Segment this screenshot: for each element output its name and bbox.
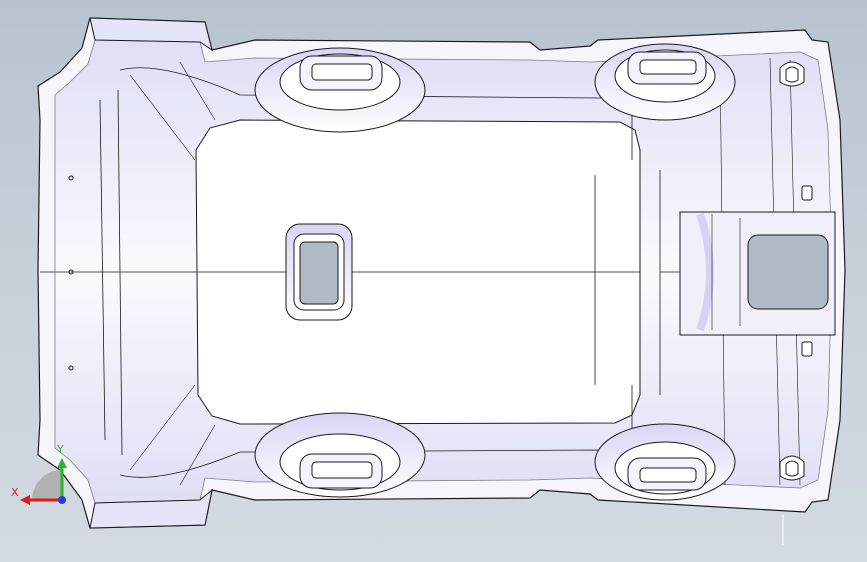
dome-light-opening [285, 223, 353, 321]
headliner-model[interactable] [0, 0, 867, 562]
handle-well-rear-right [594, 423, 736, 501]
x-axis-label: X [11, 486, 19, 499]
graphics-viewport[interactable]: Y X [0, 0, 867, 562]
hook-pocket-top [779, 61, 805, 87]
rear-console [679, 211, 836, 336]
hook-pocket-bottom [779, 455, 805, 481]
handle-well-rear-left [594, 43, 736, 121]
axis-triad: Y X [11, 443, 67, 505]
y-axis-label: Y [56, 443, 64, 456]
handle-well-front-right [254, 412, 426, 498]
handle-well-front-left [254, 47, 426, 133]
